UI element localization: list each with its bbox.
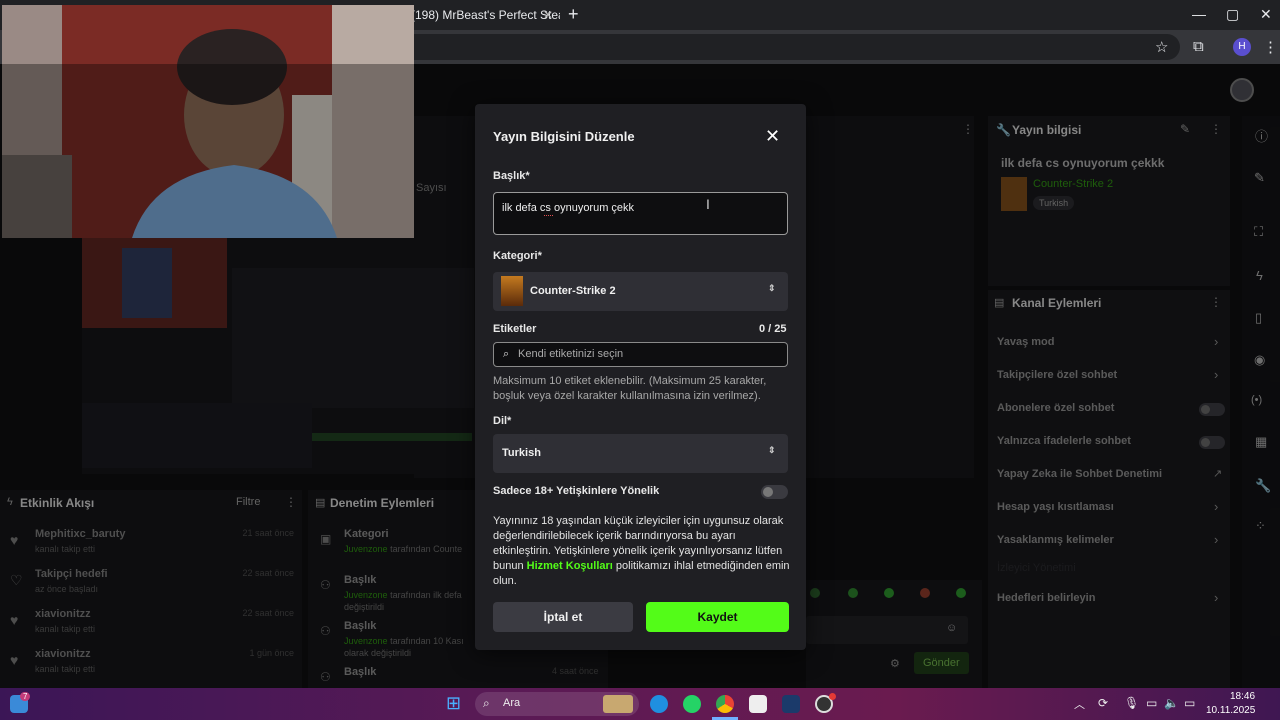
microphone-icon[interactable]: 🎙 bbox=[1124, 696, 1139, 710]
language-select-value: Turkish bbox=[502, 447, 541, 459]
chrome-icon[interactable] bbox=[716, 695, 734, 713]
mature-toggle[interactable] bbox=[761, 485, 788, 499]
category-select[interactable]: Counter-Strike 2 ⇕ bbox=[493, 272, 788, 311]
title-input-value: ilk defa cs oynuyorum çekk bbox=[502, 202, 635, 214]
tags-input[interactable]: ⌕ Kendi etiketinizi seçin bbox=[493, 342, 788, 367]
search-label: Ara bbox=[503, 697, 521, 709]
chevron-up-icon[interactable]: ︿ bbox=[1074, 696, 1085, 712]
category-label: Kategori* bbox=[493, 250, 542, 262]
battery-icon[interactable]: ▭ bbox=[1184, 696, 1195, 710]
search-icon: ⌕ bbox=[483, 696, 490, 710]
counter-strike-thumbnail bbox=[501, 276, 523, 306]
notification-badge: 7 bbox=[20, 692, 31, 701]
tab-close-icon[interactable]: ✕ bbox=[543, 8, 553, 22]
browser-menu-icon[interactable]: ⋮ bbox=[1263, 38, 1278, 56]
language-label: Dil* bbox=[493, 415, 512, 427]
steam-icon[interactable] bbox=[782, 695, 800, 713]
chevron-updown-icon: ⇕ bbox=[768, 445, 776, 455]
profile-avatar[interactable]: H bbox=[1233, 38, 1251, 56]
language-select[interactable]: Turkish ⇕ bbox=[493, 434, 788, 473]
new-tab-button[interactable]: + bbox=[568, 4, 579, 25]
bookmark-star-icon[interactable]: ☆ bbox=[1155, 38, 1168, 56]
volume-icon[interactable]: 🔈 bbox=[1164, 696, 1179, 710]
close-window-button[interactable]: ✕ bbox=[1260, 6, 1272, 23]
url-field[interactable] bbox=[405, 34, 1180, 60]
maximize-button[interactable]: ▢ bbox=[1226, 6, 1239, 23]
tags-count: 0 / 25 bbox=[759, 323, 787, 335]
cancel-button[interactable]: İptal et bbox=[493, 602, 633, 632]
mature-description: Yayınınız 18 yaşından küçük izleyiciler … bbox=[493, 514, 793, 589]
tags-placeholder: Kendi etiketinizi seçin bbox=[518, 348, 624, 360]
clock-date[interactable]: 10.11.2025 bbox=[1206, 705, 1255, 716]
extensions-icon[interactable]: ⧉ bbox=[1193, 38, 1204, 55]
close-icon[interactable]: ✕ bbox=[765, 126, 780, 147]
search-icon: ⌕ bbox=[503, 348, 510, 360]
tags-help-text: Maksimum 10 etiket eklenebilir. (Maksimu… bbox=[493, 375, 767, 402]
toggle-knob bbox=[763, 487, 773, 497]
modal-title: Yayın Bilgisini Düzenle bbox=[493, 129, 635, 144]
display-icon[interactable]: ▭ bbox=[1146, 696, 1157, 710]
terms-link[interactable]: Hizmet Koşulları bbox=[527, 560, 613, 572]
chevron-updown-icon: ⇕ bbox=[768, 283, 776, 293]
search-highlight-image bbox=[603, 695, 633, 713]
clock-time[interactable]: 18:46 bbox=[1230, 691, 1255, 702]
taskbar: 7 ⊞ ⌕ Ara ︿ ⟳ 🎙 ▭ 🔈 ▭ 18:46 10.11.2025 bbox=[0, 688, 1280, 720]
mature-label: Sadece 18+ Yetişkinlere Yönelik bbox=[493, 485, 660, 497]
store-icon[interactable] bbox=[749, 695, 767, 713]
edge-icon[interactable] bbox=[650, 695, 668, 713]
save-button[interactable]: Kaydet bbox=[646, 602, 789, 632]
text-cursor-icon: I bbox=[706, 196, 710, 212]
sync-icon[interactable]: ⟳ bbox=[1098, 696, 1108, 710]
minimize-button[interactable]: — bbox=[1192, 6, 1206, 22]
tags-label: Etiketler bbox=[493, 323, 537, 335]
title-input[interactable]: ilk defa cs oynuyorum çekk bbox=[493, 192, 788, 235]
whatsapp-icon[interactable] bbox=[683, 695, 701, 713]
browser-tab[interactable]: (198) MrBeast's Perfect Steak - bbox=[405, 4, 560, 30]
taskbar-search[interactable]: ⌕ Ara bbox=[475, 692, 639, 716]
title-label: Başlık* bbox=[493, 170, 530, 182]
category-select-value: Counter-Strike 2 bbox=[530, 285, 616, 297]
edit-stream-info-modal: Yayın Bilgisini Düzenle ✕ Başlık* ilk de… bbox=[475, 104, 806, 650]
windows-start-icon[interactable]: ⊞ bbox=[446, 693, 461, 714]
spellcheck-underline bbox=[544, 215, 553, 216]
recording-dot-icon bbox=[829, 693, 836, 700]
